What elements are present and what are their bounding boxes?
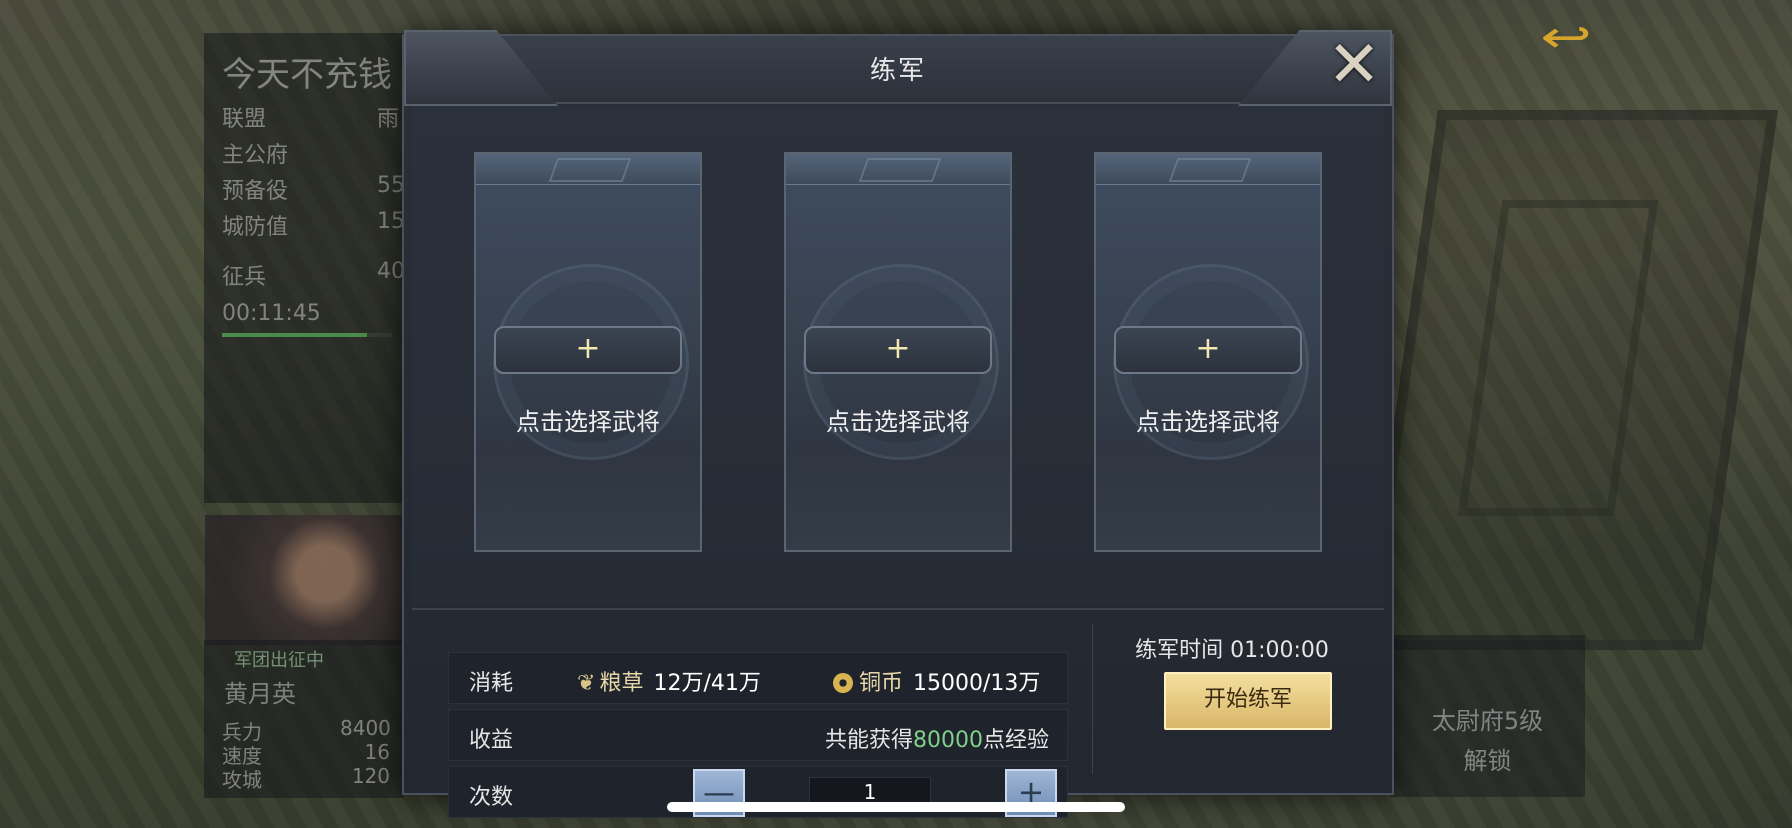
divider — [1092, 624, 1093, 774]
select-general-label: 点击选择武将 — [826, 408, 970, 436]
add-general-button[interactable]: + — [1114, 326, 1302, 374]
cost-label: 消耗 — [469, 671, 514, 696]
close-x-icon[interactable]: ✕ — [1324, 33, 1384, 97]
copper-cost: 铜币 15000/13万 — [833, 665, 1040, 697]
add-general-button[interactable]: + — [804, 326, 992, 374]
start-training-button[interactable]: 开始练军 — [1164, 672, 1332, 730]
grain-cost: ❦ 粮草 12万/41万 — [577, 671, 761, 696]
city-name: 今天不充钱 — [222, 55, 392, 95]
training-time: 练军时间 01:00:00 — [1135, 638, 1329, 663]
return-arrow-icon[interactable]: ↩ — [1516, 14, 1617, 62]
home-indicator[interactable] — [667, 802, 1125, 812]
hero-name: 黄月英 — [224, 680, 296, 708]
select-general-label: 点击选择武将 — [516, 408, 660, 436]
general-slot-2[interactable]: + 点击选择武将 — [784, 152, 1012, 552]
gain-text: 共能获得80000点经验 — [824, 728, 1049, 753]
city-info-row: 联盟 雨 — [222, 107, 400, 132]
hero-portrait — [205, 515, 405, 645]
hero-status: 军团出征中 — [234, 650, 324, 671]
recruit-timer: 00:11:45 — [222, 301, 321, 326]
hero-stat-row: 攻城 120 — [222, 764, 390, 792]
city-info-panel: 今天不充钱 联盟 雨 主公府 预备役 55 城防值 15 征兵 404 00:1… — [204, 33, 419, 503]
training-controls: 消耗 ❦ 粮草 12万/41万 铜币 15000/13万 收益 共能获得80000点经… — [412, 608, 1384, 818]
training-dialog: 练军 ✕ + 点击选择武将 + 点击选择武将 + 点击选择武将 消耗 ❦ 粮草 12… — [402, 30, 1394, 818]
city-info-row: 征兵 404 — [222, 259, 419, 290]
add-general-button[interactable]: + — [494, 326, 682, 374]
dialog-title: 练军 — [869, 56, 926, 86]
grain-icon: ❦ — [577, 671, 596, 696]
select-general-label: 点击选择武将 — [1136, 408, 1280, 436]
gain-row: 收益 共能获得80000点经验 — [448, 709, 1068, 761]
coin-icon — [833, 673, 853, 693]
general-slot-1[interactable]: + 点击选择武将 — [474, 152, 702, 552]
count-label: 次数 — [469, 785, 514, 810]
general-slots: + 点击选择武将 + 点击选择武将 + 点击选择武将 — [412, 106, 1384, 606]
recruit-progress-bar — [222, 333, 392, 337]
gain-label: 收益 — [469, 728, 514, 753]
cost-row: 消耗 ❦ 粮草 12万/41万 铜币 15000/13万 — [448, 652, 1068, 704]
locked-slot: 太尉府5级 解锁 — [1390, 635, 1585, 797]
city-info-row: 主公府 — [222, 143, 289, 168]
general-slot-3[interactable]: + 点击选择武将 — [1094, 152, 1322, 552]
dialog-header: 练军 — [404, 30, 1392, 106]
hero-card: 军团出征中 黄月英 兵力 8400 速度 16 攻城 120 — [204, 640, 404, 798]
city-info-row: 城防值 15 — [222, 209, 405, 240]
gain-amount: 80000 — [912, 728, 983, 753]
city-info-row: 预备役 55 — [222, 173, 405, 204]
